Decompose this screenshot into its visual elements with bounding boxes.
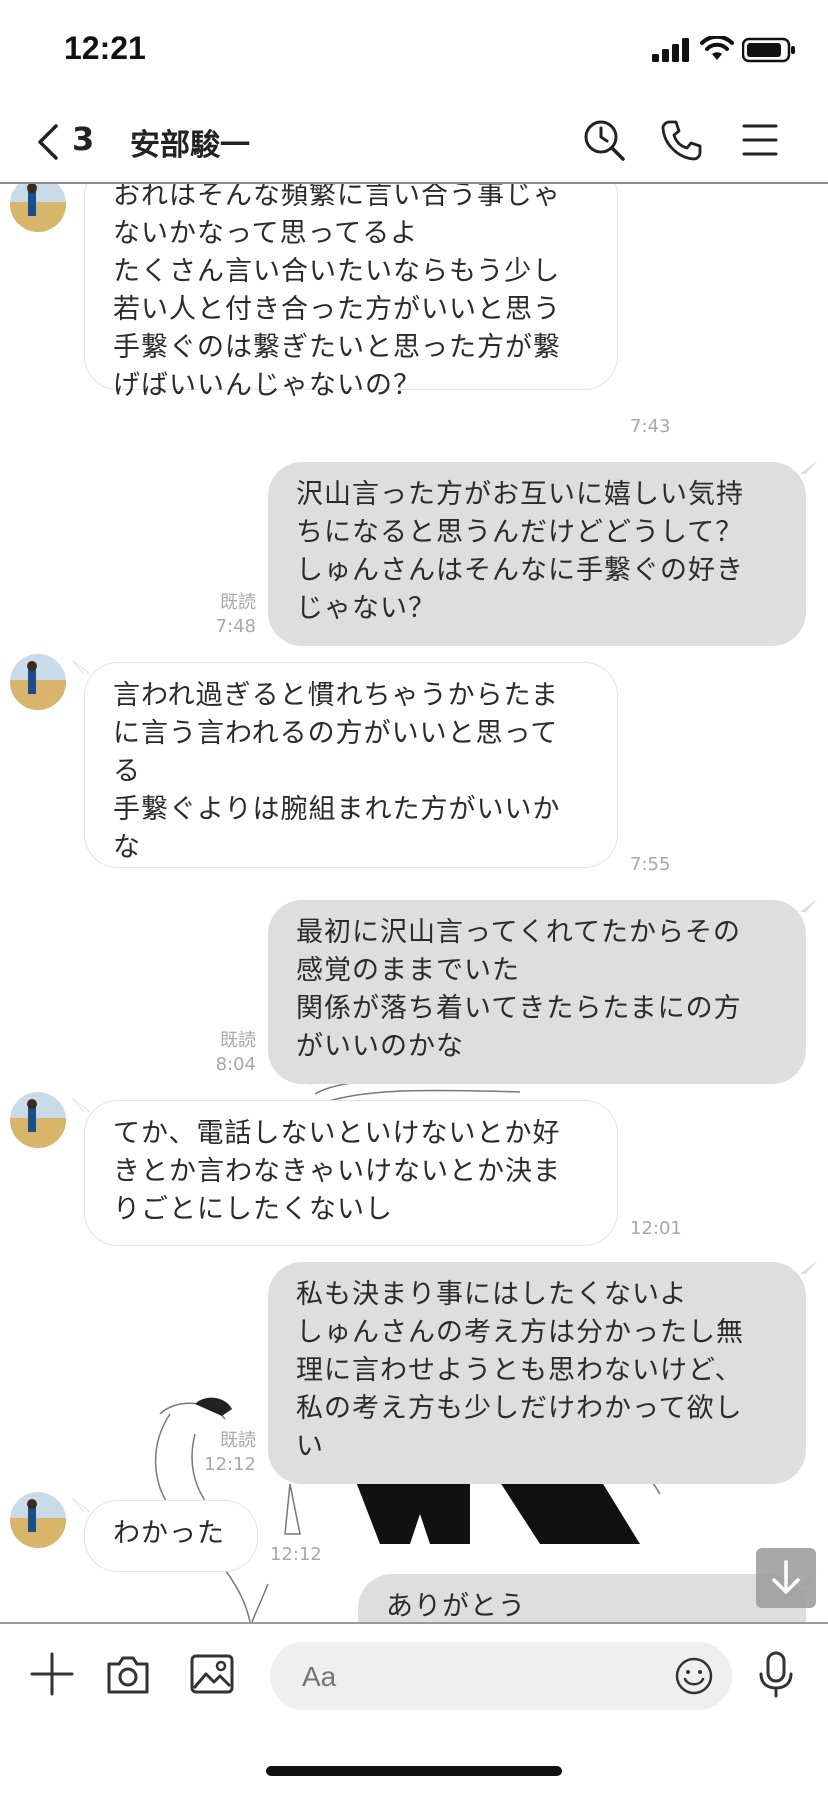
status-bar: 12:21 (0, 0, 828, 100)
message-line: 私の考え方も少しだけわかって欲し (296, 1393, 743, 1424)
message-line: 関係が落ち着いてきたらたまにの方 (296, 993, 742, 1024)
avatar-photo (10, 1092, 66, 1148)
avatar-photo (10, 654, 66, 710)
message-line: きとか言わなきゃいけないとか決ま (113, 1156, 561, 1187)
plus-icon[interactable] (28, 1650, 76, 1698)
contact-name[interactable]: 安部駿一 (130, 120, 250, 164)
read-receipt: 既読 (220, 1430, 256, 1451)
message-bubble-incoming[interactable]: てか、電話しないといけないとか好 きとか言わなきゃいけないとか決ま りごとにした… (84, 1100, 618, 1246)
bubble-tail (800, 898, 818, 912)
message-bubble-incoming[interactable]: わかった (84, 1500, 258, 1572)
message-bubble-outgoing[interactable]: 私も決まり事にはしたくないよ しゅんさんの考え方は分かったし無 理に言わせようと… (268, 1262, 806, 1484)
message-line: 沢山言った方がお互いに嬉しい気持 (296, 479, 744, 510)
message-time: 7:55 (630, 854, 671, 875)
message-line: げばいいんじゃないの？ (113, 370, 421, 401)
contact-avatar[interactable] (10, 1492, 66, 1548)
search-clock-icon[interactable] (582, 118, 626, 162)
status-time: 12:21 (64, 30, 146, 66)
message-line: な (113, 832, 141, 863)
message-line: 手繋ぐよりは腕組まれた方がいいか (113, 794, 561, 825)
message-composer (0, 1622, 828, 1794)
bubble-tail (800, 1260, 818, 1274)
message-bubble-outgoing[interactable]: 沢山言った方がお互いに嬉しい気持 ちになると思うんだけどどうして？ しゅんさんは… (268, 462, 806, 646)
message-bubble-incoming[interactable]: 言われ過ぎると慣れちゃうからたま に言う言われるの方がいいと思って る 手繋ぐよ… (84, 662, 618, 868)
message-time: 12:12 (270, 1544, 322, 1565)
message-line: に言う言われるの方がいいと思って (113, 718, 559, 749)
wifi-icon (700, 36, 734, 60)
microphone-icon[interactable] (752, 1650, 800, 1698)
battery-icon (742, 37, 795, 63)
message-line: おれはそんな頻繁に言い合う事じゃ (113, 184, 561, 211)
chat-header: 3 安部駿一 (0, 100, 828, 184)
message-line: 感覚のままでいた (296, 955, 520, 986)
message-line: てか、電話しないといけないとか好 (113, 1118, 561, 1149)
message-bubble-outgoing[interactable]: 最初に沢山言ってくれてたからその 感覚のままでいた 関係が落ち着いてきたらたまに… (268, 900, 806, 1084)
message-time: 12:01 (630, 1218, 682, 1239)
camera-icon[interactable] (104, 1650, 152, 1698)
image-icon[interactable] (188, 1650, 236, 1698)
message-line: わかった (113, 1518, 225, 1549)
bubble-tail (72, 1098, 90, 1112)
message-line: 最初に沢山言ってくれてたからその (296, 917, 742, 948)
bubble-tail (800, 460, 818, 474)
hamburger-menu-icon[interactable] (738, 118, 782, 162)
message-line: しゅんさんの考え方は分かったし無 (296, 1317, 744, 1348)
message-line: 若い人と付き合った方がいいと思う (113, 294, 561, 325)
message-input[interactable] (300, 1656, 634, 1698)
message-line: ないかなって思ってるよ (113, 218, 419, 249)
message-line: る (113, 756, 141, 787)
phone-icon[interactable] (660, 118, 704, 162)
message-time: 12:12 (204, 1454, 256, 1475)
message-line: ちになると思うんだけどどうして？ (296, 517, 744, 548)
read-receipt: 既読 (220, 1030, 256, 1051)
scroll-to-bottom-button[interactable] (756, 1548, 816, 1608)
bubble-tail (72, 1498, 90, 1512)
message-time: 7:48 (215, 616, 256, 637)
avatar-photo (10, 1492, 66, 1548)
message-line: 私も決まり事にはしたくないよ (296, 1279, 688, 1310)
chevron-left-icon[interactable] (34, 122, 64, 162)
message-line: じゃない？ (296, 593, 436, 624)
message-time: 8:04 (215, 1054, 256, 1075)
message-line: 言われ過ぎると慣れちゃうからたま (113, 680, 559, 711)
signal-icon (652, 38, 689, 62)
chat-area[interactable]: おれはそんな頻繁に言い合う事じゃ ないかなって思ってるよ たくさん言い合いたいな… (0, 184, 828, 1622)
message-bubble-incoming[interactable]: おれはそんな頻繁に言い合う事じゃ ないかなって思ってるよ たくさん言い合いたいな… (84, 184, 618, 401)
emoji-icon[interactable] (674, 1656, 714, 1696)
message-input-box[interactable] (270, 1642, 732, 1710)
message-line: 理に言わせようとも思わないけど、 (296, 1355, 743, 1386)
arrow-down-icon (772, 1560, 800, 1594)
message-line: たくさん言い合いたいならもう少し (113, 256, 561, 287)
message-bubble-outgoing[interactable]: ありがとう (358, 1574, 806, 1622)
message-line: い (296, 1431, 324, 1462)
contact-avatar[interactable] (10, 1092, 66, 1148)
message-line: がいいのかな (296, 1031, 464, 1062)
message-line: 手繋ぐのは繋ぎたいと思った方が繋 (113, 332, 561, 363)
message-line: りごとにしたくないし (113, 1194, 393, 1225)
unread-count[interactable]: 3 (72, 120, 94, 158)
home-indicator (266, 1766, 562, 1776)
message-time: 7:43 (630, 416, 671, 437)
contact-avatar[interactable] (10, 654, 66, 710)
bubble-tail (72, 660, 90, 674)
message-line: ありがとう (386, 1591, 526, 1622)
read-receipt: 既読 (220, 592, 256, 613)
message-line: しゅんさんはそんなに手繋ぐの好き (296, 555, 744, 586)
